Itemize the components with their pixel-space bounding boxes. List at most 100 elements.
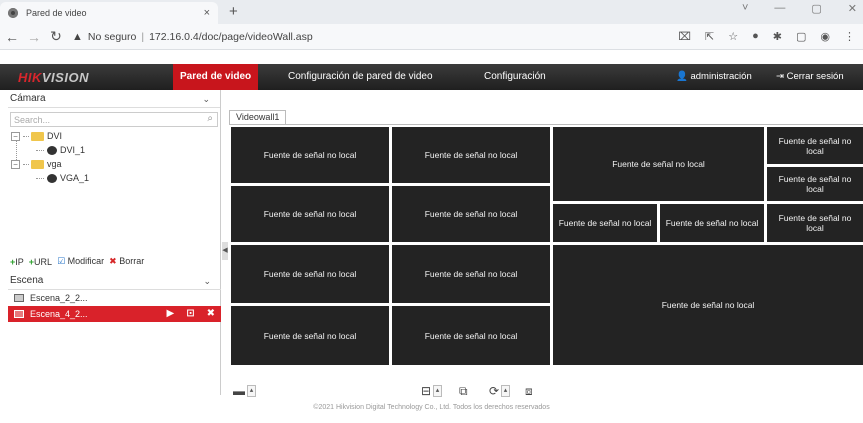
edit-scene-icon[interactable]: ⊡ [186, 306, 194, 322]
logout-button[interactable]: ⇥ Cerrar sesión [776, 64, 844, 90]
tree-node-label: VGA_1 [60, 173, 90, 183]
camera-icon [47, 145, 57, 155]
nav-tab-video-wall[interactable]: Pared de video [173, 64, 259, 90]
minimize-icon[interactable]: — [774, 2, 785, 15]
wall-cell[interactable]: Fuente de señal no local [553, 245, 863, 365]
folder-icon [31, 131, 44, 141]
scene-item-selected[interactable]: Escena_4_2... ▶ ⊡ ✖ [8, 306, 221, 322]
folder-icon [31, 159, 44, 169]
tree-node-dvi-1[interactable]: DVI_1 [36, 145, 85, 155]
chevron-down-icon[interactable]: ⌄ [203, 272, 211, 290]
wall-cell[interactable]: Fuente de señal no local [553, 127, 764, 201]
tree-node-vga-1[interactable]: VGA_1 [36, 173, 89, 183]
translate-icon[interactable]: ⌧ [678, 30, 691, 43]
capture-icon: ⧈ [525, 383, 533, 398]
share-icon[interactable]: ⇱ [705, 30, 714, 43]
play-icon[interactable]: ▶ [167, 306, 175, 322]
left-panel: Cámara ⌄ ⌕ − DVI DVI_1 − vga VGA_1 [8, 90, 221, 395]
sidepanel-icon[interactable]: ▢ [796, 30, 806, 43]
scene-label: Escena_2_2... [30, 293, 88, 303]
page-gap [0, 50, 863, 64]
wall-cell[interactable]: Fuente de señal no local [392, 245, 550, 303]
back-icon[interactable]: ← [2, 29, 22, 45]
capture-button[interactable]: ⧈ [525, 384, 533, 398]
wall-cell[interactable]: Fuente de señal no local [767, 127, 863, 164]
dropdown-arrow-icon[interactable]: ▴ [501, 385, 511, 397]
add-ip-button[interactable]: +IP [10, 257, 24, 267]
nav-tab-config[interactable]: Configuración [477, 64, 553, 90]
forward-icon[interactable]: → [24, 29, 44, 45]
videowall-tab[interactable]: Videowall1 [229, 110, 287, 124]
nav-tab-wall-config[interactable]: Configuración de pared de video [281, 64, 440, 90]
wall-cell[interactable]: Fuente de señal no local [767, 167, 863, 201]
bookmark-star-icon[interactable]: ☆ [728, 30, 738, 43]
camera-tree: − DVI DVI_1 − vga VGA_1 [8, 127, 220, 241]
chevron-down-icon[interactable]: ⌄ [202, 90, 210, 108]
puzzle-icon[interactable]: ✱ [773, 30, 782, 43]
reload-icon[interactable]: ↻ [46, 28, 66, 45]
menu-kebab-icon[interactable]: ⋮ [844, 30, 855, 43]
browser-toolbar-icons: ⌧ ⇱ ☆ ● ✱ ▢ ◉ ⋮ [678, 30, 855, 43]
user-menu[interactable]: 👤 administración [676, 64, 752, 90]
wall-cell[interactable]: Fuente de señal no local [392, 127, 550, 183]
logout-label: Cerrar sesión [786, 71, 844, 82]
tree-connector [36, 149, 44, 151]
refresh-button[interactable]: ⟳ ▴ [489, 384, 511, 398]
security-label: No seguro [87, 30, 137, 43]
add-url-button[interactable]: +URL [29, 257, 52, 267]
collapse-icon[interactable]: − [11, 159, 20, 169]
save-layout-button[interactable]: ⊟ ▴ [421, 384, 443, 398]
modify-button[interactable]: ☑ Modificar [57, 256, 104, 267]
tab-close-icon[interactable]: × [204, 7, 210, 19]
wall-cell[interactable]: Fuente de señal no local [231, 306, 389, 365]
browser-tab[interactable]: Pared de video × [0, 2, 218, 24]
profile-icon[interactable]: ◉ [820, 30, 830, 43]
wall-cell[interactable]: Fuente de señal no local [392, 186, 550, 242]
scene-item[interactable]: Escena_2_2... [8, 290, 221, 306]
wall-cell[interactable]: Fuente de señal no local [660, 204, 764, 242]
wall-cell[interactable]: Fuente de señal no local [392, 306, 550, 365]
extension-icon[interactable]: ● [752, 30, 759, 43]
close-window-icon[interactable]: ✕ [848, 2, 857, 15]
browser-address-bar: ← → ↻ ▲ No seguro | 172.16.0.4/doc/page/… [0, 24, 863, 50]
panel-collapse-handle[interactable]: ◀ [222, 242, 228, 260]
search-icon[interactable]: ⌕ [207, 113, 213, 124]
user-icon: 👤 [676, 71, 688, 82]
tree-node-dvi[interactable]: − DVI [11, 131, 62, 141]
dropdown-arrow-icon[interactable]: ▴ [247, 385, 256, 397]
clear-window-button[interactable]: ⧉ [459, 384, 468, 398]
tab-favicon-icon [8, 8, 18, 18]
wall-cell[interactable]: Fuente de señal no local [767, 204, 863, 242]
collapse-icon[interactable]: − [11, 131, 20, 141]
tree-node-label: DVI [47, 131, 63, 141]
wall-toolbar: ▬ ▴ ⊟ ▴ ⧉ ⟳ ▴ ⧈ [229, 380, 863, 400]
app-header: HIKVISION Pared de video Configuración d… [0, 64, 863, 90]
scene-section-title: Escena [10, 275, 44, 286]
new-tab-button[interactable]: + [229, 3, 238, 20]
wall-cell[interactable]: Fuente de señal no local [553, 204, 657, 242]
camera-section-header[interactable]: Cámara ⌄ [8, 90, 220, 108]
camera-search-input[interactable] [11, 113, 191, 126]
omnibox-separator: | [141, 30, 145, 43]
delete-scene-icon[interactable]: ✖ [207, 306, 215, 322]
screen-layout-button[interactable]: ▬ ▴ [233, 384, 256, 398]
camera-section-title: Cámara [10, 93, 46, 104]
warning-icon[interactable]: ▲ [72, 31, 83, 43]
wall-cell[interactable]: Fuente de señal no local [231, 127, 389, 183]
maximize-icon[interactable]: ▢ [811, 2, 821, 15]
tab-search-icon[interactable]: ˅ [742, 2, 748, 15]
scene-section-header[interactable]: Escena ⌄ [8, 272, 221, 290]
dropdown-arrow-icon[interactable]: ▴ [433, 385, 443, 397]
omnibox[interactable]: ▲ No seguro | 172.16.0.4/doc/page/videoW… [72, 31, 313, 43]
tree-connector [36, 177, 44, 179]
scene-list: Escena_2_2... Escena_4_2... ▶ ⊡ ✖ [8, 290, 221, 322]
tree-node-vga[interactable]: − vga [11, 159, 62, 169]
url-text[interactable]: 172.16.0.4/doc/page/videoWall.asp [149, 31, 313, 43]
edit-icon: ☑ [57, 256, 66, 266]
scene-icon [14, 310, 24, 318]
wall-cell[interactable]: Fuente de señal no local [231, 186, 389, 242]
tree-node-label: vga [47, 159, 62, 169]
camera-search: ⌕ [10, 112, 218, 127]
wall-cell[interactable]: Fuente de señal no local [231, 245, 389, 303]
delete-button[interactable]: ✖ Borrar [109, 256, 144, 267]
